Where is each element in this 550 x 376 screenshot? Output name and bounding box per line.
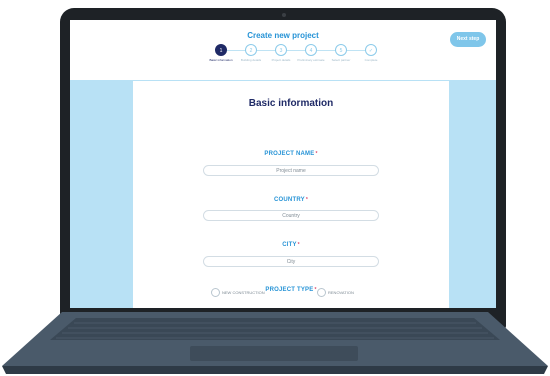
project-type-options: NEW CONSTRUCTION RENOVATION — [211, 287, 381, 297]
webcam — [282, 13, 286, 17]
step-3[interactable]: 3 Project details — [266, 44, 296, 63]
city-input[interactable] — [203, 256, 379, 267]
step-2[interactable]: 2 Building details — [236, 44, 266, 63]
step-number: 2 — [245, 44, 257, 56]
step-label: Project details — [271, 58, 291, 62]
trackpad[interactable] — [190, 346, 358, 361]
step-1[interactable]: 1 Basic information — [206, 44, 236, 63]
laptop-mockup: Create new project Next step 1 Basic inf… — [0, 0, 550, 376]
step-label: Complete — [364, 58, 378, 62]
city-label: CITY* — [133, 242, 449, 248]
form-title: Basic information — [248, 98, 334, 109]
app-header: Create new project Next step 1 Basic inf… — [70, 20, 496, 80]
label-text: CITY — [282, 242, 297, 248]
progress-stepper: 1 Basic information 2 Building details 3… — [206, 44, 386, 74]
step-number: 5 — [335, 44, 347, 56]
project-name-label: PROJECT NAME* — [133, 151, 449, 157]
country-input[interactable] — [203, 210, 379, 221]
label-text: COUNTRY — [274, 197, 305, 203]
laptop-screen: Create new project Next step 1 Basic inf… — [70, 20, 496, 308]
step-5[interactable]: 5 Select partner — [326, 44, 356, 63]
step-label: Building details — [240, 58, 262, 62]
step-4[interactable]: 4 Preliminary estimate — [296, 44, 326, 63]
radio-circle-icon[interactable] — [317, 287, 326, 297]
step-label: Preliminary estimate — [297, 58, 325, 62]
page-title: Create new project — [247, 31, 319, 40]
step-number: 3 — [275, 44, 287, 56]
radio-renovation[interactable]: RENOVATION — [317, 287, 354, 297]
required-mark: * — [315, 151, 318, 157]
laptop-base — [0, 312, 550, 376]
radio-new-construction[interactable]: NEW CONSTRUCTION — [211, 287, 265, 297]
label-text: PROJECT NAME — [264, 151, 315, 157]
country-label: COUNTRY* — [133, 197, 449, 203]
step-complete[interactable]: ✓ Complete — [356, 44, 386, 63]
required-mark: * — [297, 242, 300, 248]
radio-circle-icon[interactable] — [211, 287, 220, 297]
check-icon: ✓ — [365, 44, 377, 56]
radio-label: RENOVATION — [328, 289, 354, 295]
keyboard-deck — [2, 312, 548, 374]
project-name-input[interactable] — [203, 165, 379, 176]
step-label: Select partner — [331, 58, 351, 62]
step-number: 1 — [215, 44, 227, 56]
step-number: 4 — [305, 44, 317, 56]
form-card: Basic information PROJECT NAME* COUNTRY*… — [133, 81, 449, 308]
next-step-button[interactable]: Next step — [450, 32, 486, 47]
radio-label: NEW CONSTRUCTION — [222, 289, 265, 295]
step-label: Basic information — [209, 58, 233, 62]
required-mark: * — [305, 197, 308, 203]
